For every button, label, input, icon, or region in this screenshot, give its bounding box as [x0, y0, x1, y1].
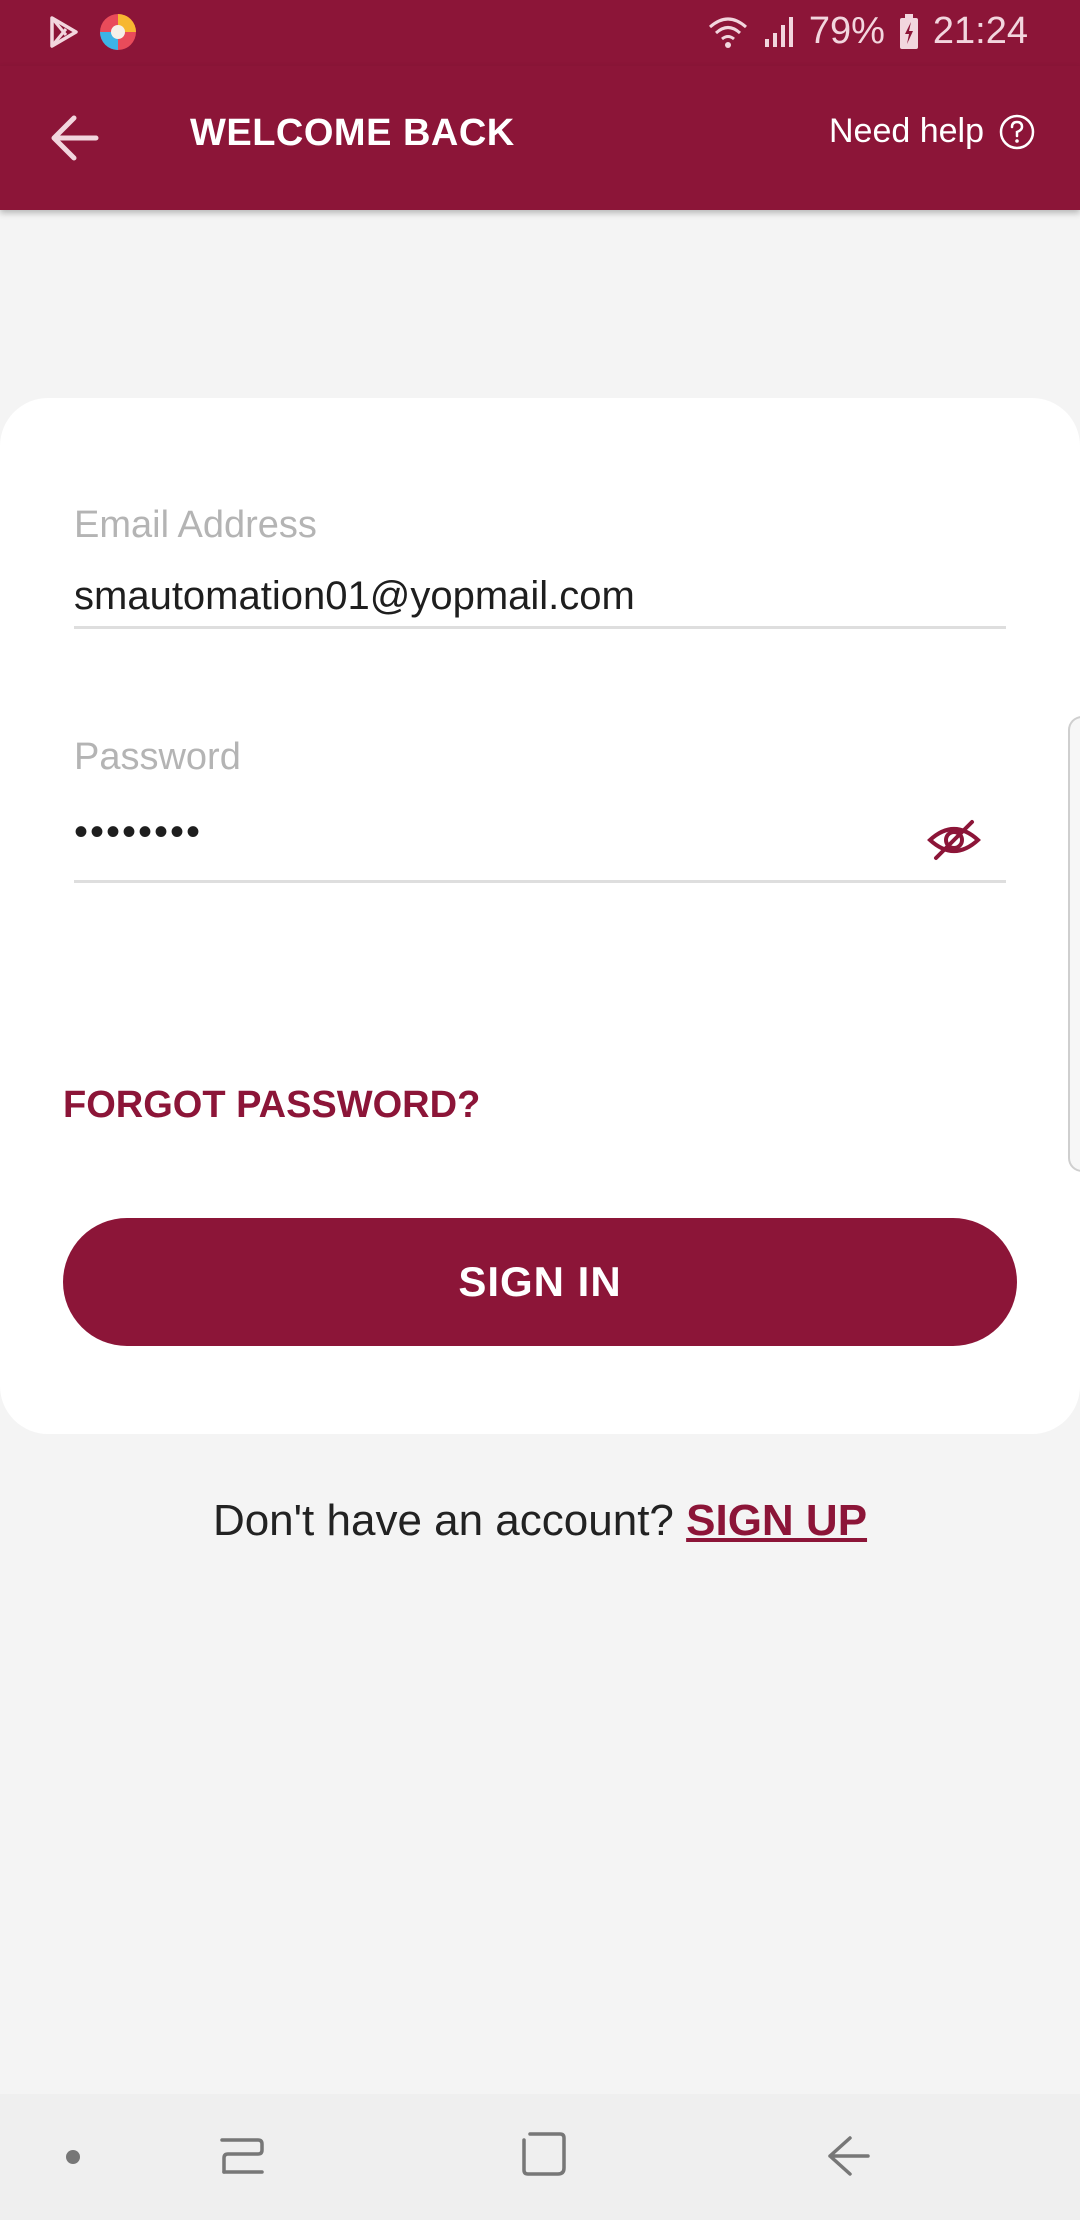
clock: 21:24 [932, 10, 1028, 52]
signup-prompt: Don't have an account? SIGN UP [0, 1496, 1080, 1546]
status-bar: 79% 21:24 [0, 0, 1080, 66]
signup-prompt-text: Don't have an account? [212, 1496, 674, 1545]
navigation-bar [0, 2094, 1080, 2220]
help-circle-icon [999, 114, 1035, 149]
battery-percentage: 79% [808, 10, 885, 52]
email-label: Email Address [74, 504, 317, 546]
home-icon[interactable] [520, 2130, 568, 2178]
back-arrow-icon[interactable] [46, 108, 106, 168]
battery-charging-icon [899, 13, 918, 49]
signal-icon [764, 16, 793, 47]
edge-panel-handle[interactable] [1068, 716, 1080, 1172]
login-card: Email Address smautomation01@yopmail.com… [0, 398, 1080, 1434]
password-field[interactable]: •••••••• [74, 810, 202, 855]
nav-dot-icon[interactable] [62, 2146, 84, 2168]
forgot-password-link[interactable]: FORGOT PASSWORD? [63, 1084, 480, 1127]
page-title: WELCOME BACK [190, 112, 515, 154]
sign-in-button[interactable]: SIGN IN [63, 1218, 1017, 1346]
eye-slash-icon[interactable] [926, 816, 982, 864]
need-help-label: Need help [828, 112, 984, 150]
status-left-icons [48, 12, 138, 52]
password-underline [74, 880, 1006, 883]
need-help-button[interactable]: Need help [829, 112, 1036, 151]
back-icon[interactable] [824, 2132, 872, 2180]
email-underline [74, 626, 1006, 629]
status-right-icons: 79% 21:24 [707, 10, 1028, 53]
password-label: Password [74, 736, 241, 778]
play-store-icon [50, 16, 78, 48]
sign-up-link[interactable]: SIGN UP [686, 1496, 867, 1545]
recent-apps-icon[interactable] [218, 2132, 266, 2180]
email-field[interactable]: smautomation01@yopmail.com [74, 574, 635, 619]
app-bar: WELCOME BACK Need help [0, 66, 1080, 210]
browser-app-icon [100, 14, 136, 50]
wifi-icon [708, 17, 747, 48]
